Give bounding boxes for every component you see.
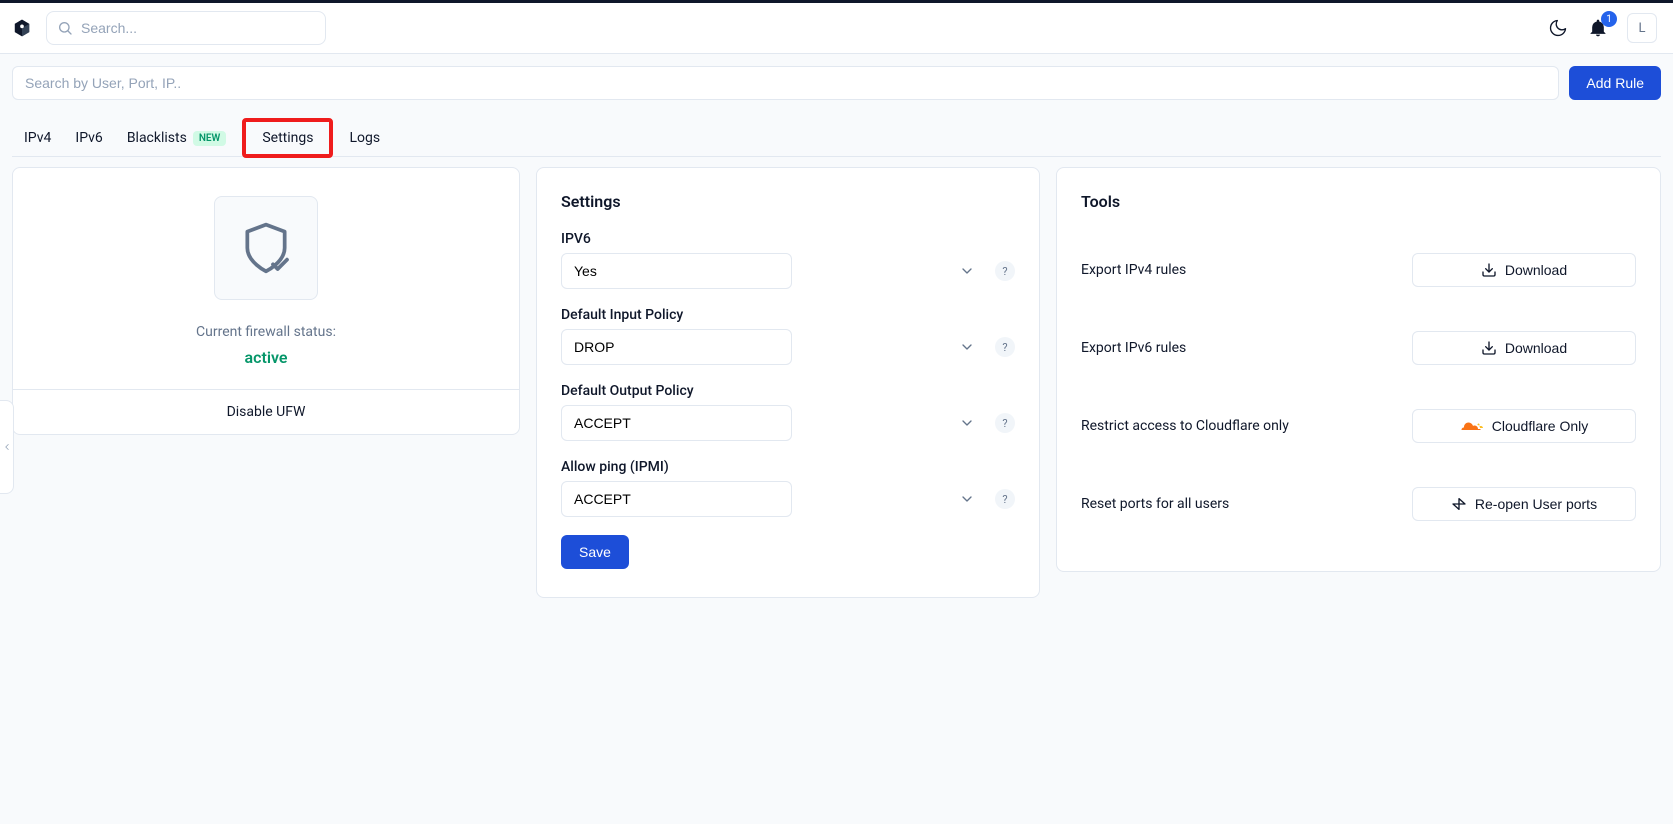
download-icon [1481, 340, 1497, 356]
tool-row-reset-ports: Reset ports for all users Re-open User p… [1081, 465, 1636, 543]
tool-label: Export IPv6 rules [1081, 340, 1186, 356]
global-search-input[interactable] [81, 20, 315, 36]
tabs: IPv4 IPv6 Blacklists NEW Settings Logs [12, 120, 1661, 157]
save-button[interactable]: Save [561, 535, 629, 569]
tool-row-export-ipv6: Export IPv6 rules Download [1081, 309, 1636, 387]
global-search[interactable] [46, 11, 326, 45]
ipv6-select[interactable] [561, 253, 792, 289]
firewall-status-label: Current firewall status: [196, 324, 336, 340]
field-ipv6: IPV6 ? [561, 231, 1015, 289]
settings-panel: Settings IPV6 ? Default Input Policy [536, 167, 1040, 598]
input-policy-label: Default Input Policy [561, 307, 1015, 323]
tool-label: Restrict access to Cloudflare only [1081, 418, 1289, 434]
shield-check-icon [238, 220, 294, 276]
add-rule-button[interactable]: Add Rule [1569, 66, 1661, 100]
help-icon[interactable]: ? [995, 261, 1015, 281]
sidebar-collapse-handle[interactable] [0, 400, 14, 494]
output-policy-label: Default Output Policy [561, 383, 1015, 399]
chevron-down-icon [959, 339, 975, 355]
disable-ufw-button[interactable]: Disable UFW [13, 389, 519, 434]
tab-blacklists-label: Blacklists [127, 130, 187, 146]
button-label: Re-open User ports [1475, 496, 1597, 512]
field-allow-ping: Allow ping (IPMI) ? [561, 459, 1015, 517]
moon-icon [1548, 18, 1568, 38]
notification-badge: 1 [1601, 11, 1617, 27]
tab-ipv4[interactable]: IPv4 [24, 120, 51, 156]
field-input-policy: Default Input Policy ? [561, 307, 1015, 365]
download-ipv6-button[interactable]: Download [1412, 331, 1636, 365]
topbar-actions: 1 L [1547, 13, 1657, 43]
chevron-down-icon [959, 263, 975, 279]
settings-title: Settings [561, 192, 1015, 211]
notifications-button[interactable]: 1 [1587, 17, 1609, 39]
ipv6-label: IPV6 [561, 231, 1015, 247]
chevron-down-icon [959, 491, 975, 507]
shield-tile [214, 196, 318, 300]
cloudflare-only-button[interactable]: Cloudflare Only [1412, 409, 1636, 443]
tab-ipv6[interactable]: IPv6 [75, 120, 102, 156]
tools-panel: Tools Export IPv4 rules Download Export … [1056, 167, 1661, 572]
firewall-status-panel: Current firewall status: active Disable … [12, 167, 520, 435]
allow-ping-label: Allow ping (IPMI) [561, 459, 1015, 475]
tools-title: Tools [1081, 192, 1636, 211]
download-icon [1481, 262, 1497, 278]
cloudflare-icon [1460, 419, 1484, 433]
search-icon [57, 20, 73, 36]
output-policy-select[interactable] [561, 405, 792, 441]
tab-blacklists[interactable]: Blacklists NEW [127, 120, 227, 156]
tab-logs[interactable]: Logs [349, 120, 380, 156]
chevron-left-icon [2, 442, 12, 452]
tool-label: Export IPv4 rules [1081, 262, 1186, 278]
tab-settings[interactable]: Settings [244, 120, 331, 156]
reopen-ports-button[interactable]: Re-open User ports [1412, 487, 1636, 521]
tool-row-cloudflare: Restrict access to Cloudflare only Cloud… [1081, 387, 1636, 465]
help-icon[interactable]: ? [995, 413, 1015, 433]
panels: Current firewall status: active Disable … [12, 167, 1661, 598]
filter-row: Add Rule [12, 66, 1661, 100]
reset-icon [1451, 496, 1467, 512]
tool-label: Reset ports for all users [1081, 496, 1229, 512]
button-label: Cloudflare Only [1492, 418, 1589, 434]
rules-search-input[interactable] [12, 66, 1559, 100]
input-policy-select[interactable] [561, 329, 792, 365]
download-ipv4-button[interactable]: Download [1412, 253, 1636, 287]
help-icon[interactable]: ? [995, 337, 1015, 357]
content: Add Rule IPv4 IPv6 Blacklists NEW Settin… [0, 54, 1673, 824]
topbar: 1 L [0, 0, 1673, 54]
new-badge: NEW [193, 131, 227, 146]
firewall-status-value: active [245, 348, 288, 367]
app-logo[interactable] [12, 18, 32, 38]
chevron-down-icon [959, 415, 975, 431]
button-label: Download [1505, 262, 1567, 278]
allow-ping-select[interactable] [561, 481, 792, 517]
field-output-policy: Default Output Policy ? [561, 383, 1015, 441]
dark-mode-toggle[interactable] [1547, 17, 1569, 39]
tool-row-export-ipv4: Export IPv4 rules Download [1081, 231, 1636, 309]
help-icon[interactable]: ? [995, 489, 1015, 509]
avatar[interactable]: L [1627, 13, 1657, 43]
button-label: Download [1505, 340, 1567, 356]
